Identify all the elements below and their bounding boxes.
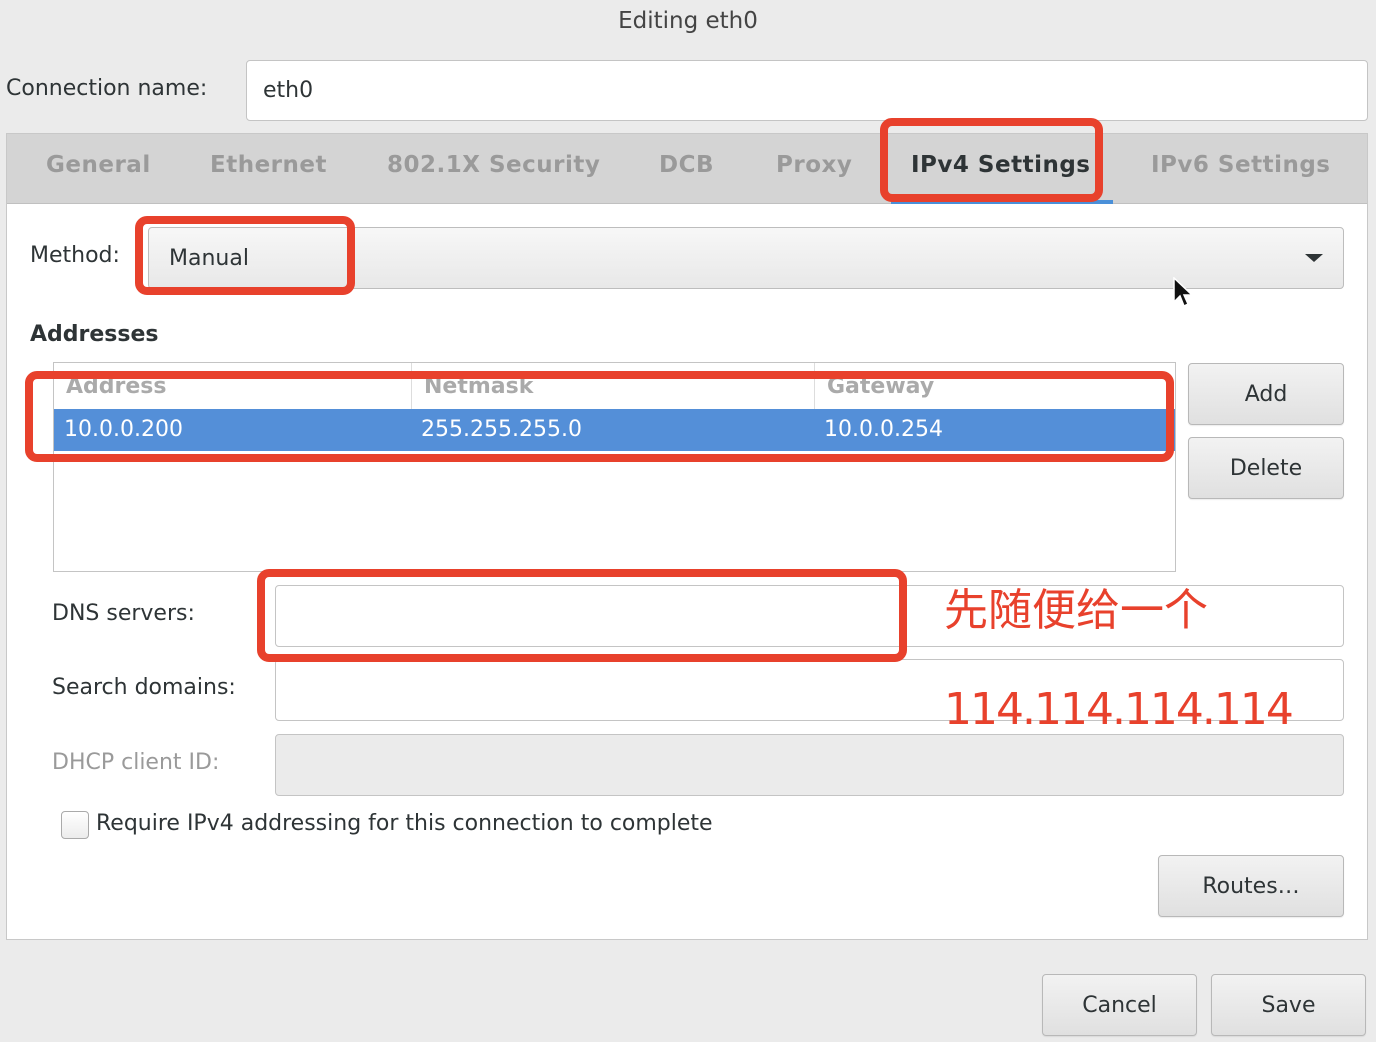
addresses-heading: Addresses xyxy=(30,322,159,347)
highlight-dns xyxy=(257,569,907,662)
chevron-down-icon xyxy=(1305,254,1323,262)
highlight-method xyxy=(135,216,355,295)
tab-8021x-security[interactable]: 802.1X Security xyxy=(387,152,600,178)
window-title: Editing eth0 xyxy=(618,8,758,34)
cancel-button[interactable]: Cancel xyxy=(1042,974,1197,1036)
add-button[interactable]: Add xyxy=(1188,363,1344,425)
tab-general[interactable]: General xyxy=(46,152,151,178)
save-button[interactable]: Save xyxy=(1211,974,1366,1036)
tab-ipv6-settings[interactable]: IPv6 Settings xyxy=(1151,152,1330,178)
highlight-ipv4-tab xyxy=(880,118,1103,202)
dhcp-client-id-label: DHCP client ID: xyxy=(52,750,220,775)
tab-dcb[interactable]: DCB xyxy=(659,152,714,178)
search-domains-label: Search domains: xyxy=(52,675,236,700)
connection-name-input[interactable]: eth0 xyxy=(246,60,1368,121)
routes-button[interactable]: Routes… xyxy=(1158,855,1344,917)
tab-bar: General Ethernet 802.1X Security DCB Pro… xyxy=(7,134,1367,204)
connection-name-label: Connection name: xyxy=(6,76,208,101)
require-ipv4-checkbox[interactable] xyxy=(61,811,89,839)
annotation-dns-hint: 114.114.114.114 xyxy=(944,684,1294,735)
mouse-cursor-icon xyxy=(1173,277,1194,308)
tab-proxy[interactable]: Proxy xyxy=(776,152,852,178)
dns-servers-label: DNS servers: xyxy=(52,601,195,626)
require-ipv4-label[interactable]: Require IPv4 addressing for this connect… xyxy=(96,811,713,836)
highlight-address-row xyxy=(25,371,1174,462)
dhcp-client-id-input xyxy=(275,734,1344,796)
tab-ethernet[interactable]: Ethernet xyxy=(210,152,327,178)
connection-name-value: eth0 xyxy=(263,78,314,103)
delete-button[interactable]: Delete xyxy=(1188,437,1344,499)
method-label: Method: xyxy=(30,243,120,268)
annotation-note: 先随便给一个 xyxy=(944,585,1208,636)
